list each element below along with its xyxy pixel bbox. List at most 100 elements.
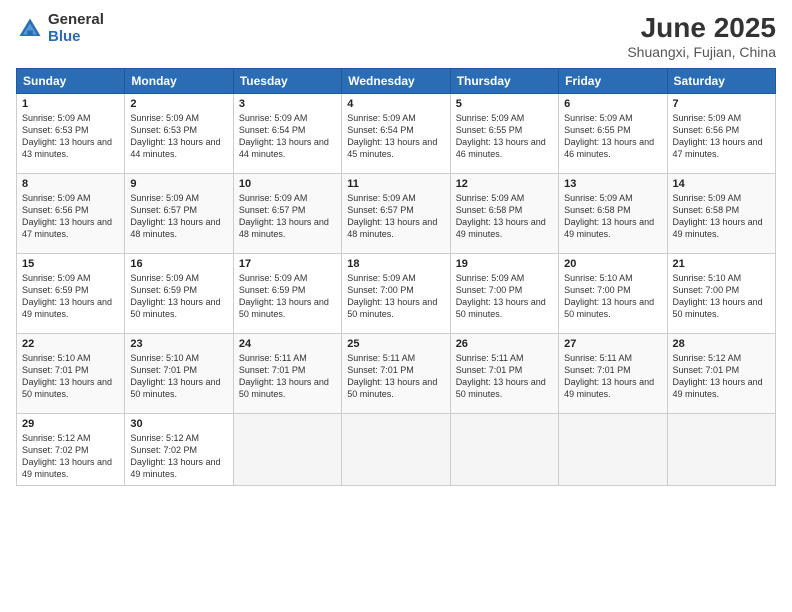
calendar-cell: 26 Sunrise: 5:11 AMSunset: 7:01 PMDayligh… <box>450 334 558 414</box>
logo-icon <box>16 15 44 43</box>
day-info: Sunrise: 5:09 AMSunset: 6:54 PMDaylight:… <box>239 112 336 161</box>
day-info: Sunrise: 5:09 AMSunset: 7:00 PMDaylight:… <box>347 272 444 321</box>
day-number: 10 <box>239 178 336 190</box>
day-info: Sunrise: 5:12 AMSunset: 7:01 PMDaylight:… <box>673 352 770 401</box>
day-number: 21 <box>673 258 770 270</box>
calendar-cell: 25Sunrise: 5:11 AMSunset: 7:01 PMDayligh… <box>342 334 450 414</box>
day-number: 4 <box>347 98 444 110</box>
calendar-cell: 1 Sunrise: 5:09 AMSunset: 6:53 PMDaylight… <box>17 94 125 174</box>
month-title: June 2025 <box>627 12 776 44</box>
header-thursday: Thursday <box>450 69 558 94</box>
calendar-cell: 5 Sunrise: 5:09 AMSunset: 6:55 PMDaylight… <box>450 94 558 174</box>
day-info: Sunrise: 5:09 AMSunset: 6:59 PMDaylight:… <box>130 272 227 321</box>
day-info: Sunrise: 5:09 AMSunset: 6:57 PMDaylight:… <box>239 192 336 241</box>
header-wednesday: Wednesday <box>342 69 450 94</box>
day-number: 11 <box>347 178 444 190</box>
calendar-cell <box>450 414 558 486</box>
calendar: SundayMondayTuesdayWednesdayThursdayFrid… <box>16 68 776 486</box>
calendar-cell: 21 Sunrise: 5:10 AMSunset: 7:00 PMDayligh… <box>667 254 775 334</box>
header-tuesday: Tuesday <box>233 69 341 94</box>
day-info: Sunrise: 5:09 AMSunset: 6:55 PMDaylight:… <box>456 112 553 161</box>
page: General Blue June 2025 Shuangxi, Fujian,… <box>0 0 792 612</box>
calendar-cell <box>559 414 667 486</box>
title-section: June 2025 Shuangxi, Fujian, China <box>627 12 776 60</box>
day-number: 2 <box>130 98 227 110</box>
day-number: 16 <box>130 258 227 270</box>
day-number: 27 <box>564 338 661 350</box>
day-number: 30 <box>130 418 227 430</box>
header: General Blue June 2025 Shuangxi, Fujian,… <box>16 12 776 60</box>
calendar-cell: 4 Sunrise: 5:09 AMSunset: 6:54 PMDaylight… <box>342 94 450 174</box>
calendar-cell <box>342 414 450 486</box>
day-number: 7 <box>673 98 770 110</box>
day-info: Sunrise: 5:10 AMSunset: 7:01 PMDaylight:… <box>130 352 227 401</box>
calendar-cell: 27 Sunrise: 5:11 AMSunset: 7:01 PMDayligh… <box>559 334 667 414</box>
day-info: Sunrise: 5:09 AMSunset: 6:53 PMDaylight:… <box>130 112 227 161</box>
day-info: Sunrise: 5:11 AMSunset: 7:01 PMDaylight:… <box>239 352 336 401</box>
calendar-cell: 24 Sunrise: 5:11 AMSunset: 7:01 PMDayligh… <box>233 334 341 414</box>
calendar-cell: 6Sunrise: 5:09 AMSunset: 6:55 PMDaylight… <box>559 94 667 174</box>
day-number: 24 <box>239 338 336 350</box>
calendar-cell: 3 Sunrise: 5:09 AMSunset: 6:54 PMDaylight… <box>233 94 341 174</box>
day-number: 29 <box>22 418 119 430</box>
day-info: Sunrise: 5:09 AMSunset: 7:00 PMDaylight:… <box>456 272 553 321</box>
day-info: Sunrise: 5:11 AMSunset: 7:01 PMDaylight:… <box>347 352 444 401</box>
calendar-cell: 9 Sunrise: 5:09 AMSunset: 6:57 PMDaylight… <box>125 174 233 254</box>
day-number: 6 <box>564 98 661 110</box>
calendar-cell: 12Sunrise: 5:09 AMSunset: 6:58 PMDayligh… <box>450 174 558 254</box>
calendar-week-row: 1 Sunrise: 5:09 AMSunset: 6:53 PMDaylight… <box>17 94 776 174</box>
day-number: 9 <box>130 178 227 190</box>
calendar-cell: 10 Sunrise: 5:09 AMSunset: 6:57 PMDayligh… <box>233 174 341 254</box>
day-number: 28 <box>673 338 770 350</box>
calendar-header-row: SundayMondayTuesdayWednesdayThursdayFrid… <box>17 69 776 94</box>
day-number: 18 <box>347 258 444 270</box>
day-info: Sunrise: 5:10 AMSunset: 7:01 PMDaylight:… <box>22 352 119 401</box>
calendar-cell: 13 Sunrise: 5:09 AMSunset: 6:58 PMDayligh… <box>559 174 667 254</box>
day-info: Sunrise: 5:09 AMSunset: 6:59 PMDaylight:… <box>22 272 119 321</box>
calendar-cell: 17 Sunrise: 5:09 AMSunset: 6:59 PMDayligh… <box>233 254 341 334</box>
calendar-cell: 16 Sunrise: 5:09 AMSunset: 6:59 PMDayligh… <box>125 254 233 334</box>
logo-text: General Blue <box>48 12 104 45</box>
calendar-cell <box>233 414 341 486</box>
day-number: 15 <box>22 258 119 270</box>
day-info: Sunrise: 5:09 AMSunset: 6:56 PMDaylight:… <box>673 112 770 161</box>
calendar-cell: 2 Sunrise: 5:09 AMSunset: 6:53 PMDaylight… <box>125 94 233 174</box>
calendar-cell <box>667 414 775 486</box>
logo: General Blue <box>16 12 104 45</box>
header-friday: Friday <box>559 69 667 94</box>
calendar-cell: 30Sunrise: 5:12 AMSunset: 7:02 PMDayligh… <box>125 414 233 486</box>
logo-general: General <box>48 12 104 29</box>
day-info: Sunrise: 5:11 AMSunset: 7:01 PMDaylight:… <box>564 352 661 401</box>
day-info: Sunrise: 5:11 AMSunset: 7:01 PMDaylight:… <box>456 352 553 401</box>
day-number: 17 <box>239 258 336 270</box>
day-info: Sunrise: 5:09 AMSunset: 6:53 PMDaylight:… <box>22 112 119 161</box>
location-subtitle: Shuangxi, Fujian, China <box>627 44 776 60</box>
calendar-cell: 22 Sunrise: 5:10 AMSunset: 7:01 PMDayligh… <box>17 334 125 414</box>
day-info: Sunrise: 5:09 AMSunset: 6:54 PMDaylight:… <box>347 112 444 161</box>
calendar-cell: 18 Sunrise: 5:09 AMSunset: 7:00 PMDayligh… <box>342 254 450 334</box>
day-info: Sunrise: 5:09 AMSunset: 6:57 PMDaylight:… <box>130 192 227 241</box>
day-number: 22 <box>22 338 119 350</box>
day-info: Sunrise: 5:12 AMSunset: 7:02 PMDaylight:… <box>22 432 119 481</box>
day-info: Sunrise: 5:10 AMSunset: 7:00 PMDaylight:… <box>673 272 770 321</box>
day-number: 1 <box>22 98 119 110</box>
calendar-cell: 20Sunrise: 5:10 AMSunset: 7:00 PMDayligh… <box>559 254 667 334</box>
day-info: Sunrise: 5:10 AMSunset: 7:00 PMDaylight:… <box>564 272 661 321</box>
day-number: 14 <box>673 178 770 190</box>
header-monday: Monday <box>125 69 233 94</box>
day-info: Sunrise: 5:09 AMSunset: 6:58 PMDaylight:… <box>564 192 661 241</box>
calendar-cell: 7 Sunrise: 5:09 AMSunset: 6:56 PMDaylight… <box>667 94 775 174</box>
day-number: 26 <box>456 338 553 350</box>
calendar-week-row: 22 Sunrise: 5:10 AMSunset: 7:01 PMDayligh… <box>17 334 776 414</box>
header-sunday: Sunday <box>17 69 125 94</box>
calendar-week-row: 29 Sunrise: 5:12 AMSunset: 7:02 PMDayligh… <box>17 414 776 486</box>
calendar-week-row: 8Sunrise: 5:09 AMSunset: 6:56 PMDaylight… <box>17 174 776 254</box>
day-number: 5 <box>456 98 553 110</box>
day-info: Sunrise: 5:09 AMSunset: 6:59 PMDaylight:… <box>239 272 336 321</box>
day-number: 3 <box>239 98 336 110</box>
day-number: 13 <box>564 178 661 190</box>
calendar-cell: 11 Sunrise: 5:09 AMSunset: 6:57 PMDayligh… <box>342 174 450 254</box>
calendar-cell: 15 Sunrise: 5:09 AMSunset: 6:59 PMDayligh… <box>17 254 125 334</box>
calendar-cell: 19Sunrise: 5:09 AMSunset: 7:00 PMDayligh… <box>450 254 558 334</box>
day-info: Sunrise: 5:09 AMSunset: 6:57 PMDaylight:… <box>347 192 444 241</box>
